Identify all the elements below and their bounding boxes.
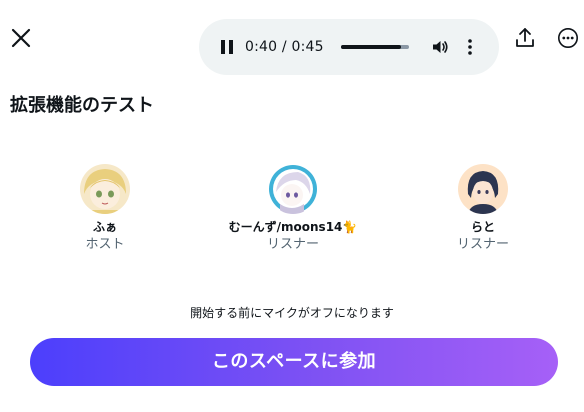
participant-host[interactable]: ふぁ ホスト [15,160,195,254]
participant-name: ふぁ [92,220,117,234]
participant-listener[interactable]: むーんず/moons14🐈 リスナー [203,160,383,254]
pause-button[interactable] [219,38,235,56]
close-icon [11,28,31,48]
avatar [458,164,508,214]
more-options-icon [558,28,578,48]
volume-icon [433,41,448,53]
close-button[interactable] [8,25,34,51]
space-title: 拡張機能のテスト [10,95,154,116]
player-more-button[interactable] [465,37,475,57]
avatar [80,164,130,214]
time-display: 0:40 / 0:45 [245,39,324,55]
more-options-button[interactable] [557,27,579,49]
vertical-dots-icon [468,39,472,55]
avatar-image [268,164,318,214]
participant-role: リスナー [266,237,319,252]
participant-listener[interactable]: らと リスナー [393,160,573,254]
mic-off-notice: 開始する前にマイクがオフになります [190,306,394,320]
avatar [268,164,318,214]
participant-role: リスナー [456,237,509,252]
avatar-image [80,164,130,214]
progress-fill [341,45,402,49]
volume-button[interactable] [431,38,449,56]
share-button[interactable] [514,26,536,50]
participant-name: らと [470,220,495,234]
share-icon [516,28,534,47]
avatar-image [458,164,508,214]
space-page: 0:40 / 0:45 拡張機能のテスト ふぁ ホスト むーんず/moons14… [0,0,584,412]
participant-role: ホスト [85,237,125,252]
progress-bar[interactable] [341,45,409,49]
audio-player: 0:40 / 0:45 [199,19,499,75]
pause-icon [221,40,233,54]
participant-name: むーんず/moons14🐈 [228,220,358,234]
join-space-button[interactable]: このスペースに参加 [30,338,558,386]
